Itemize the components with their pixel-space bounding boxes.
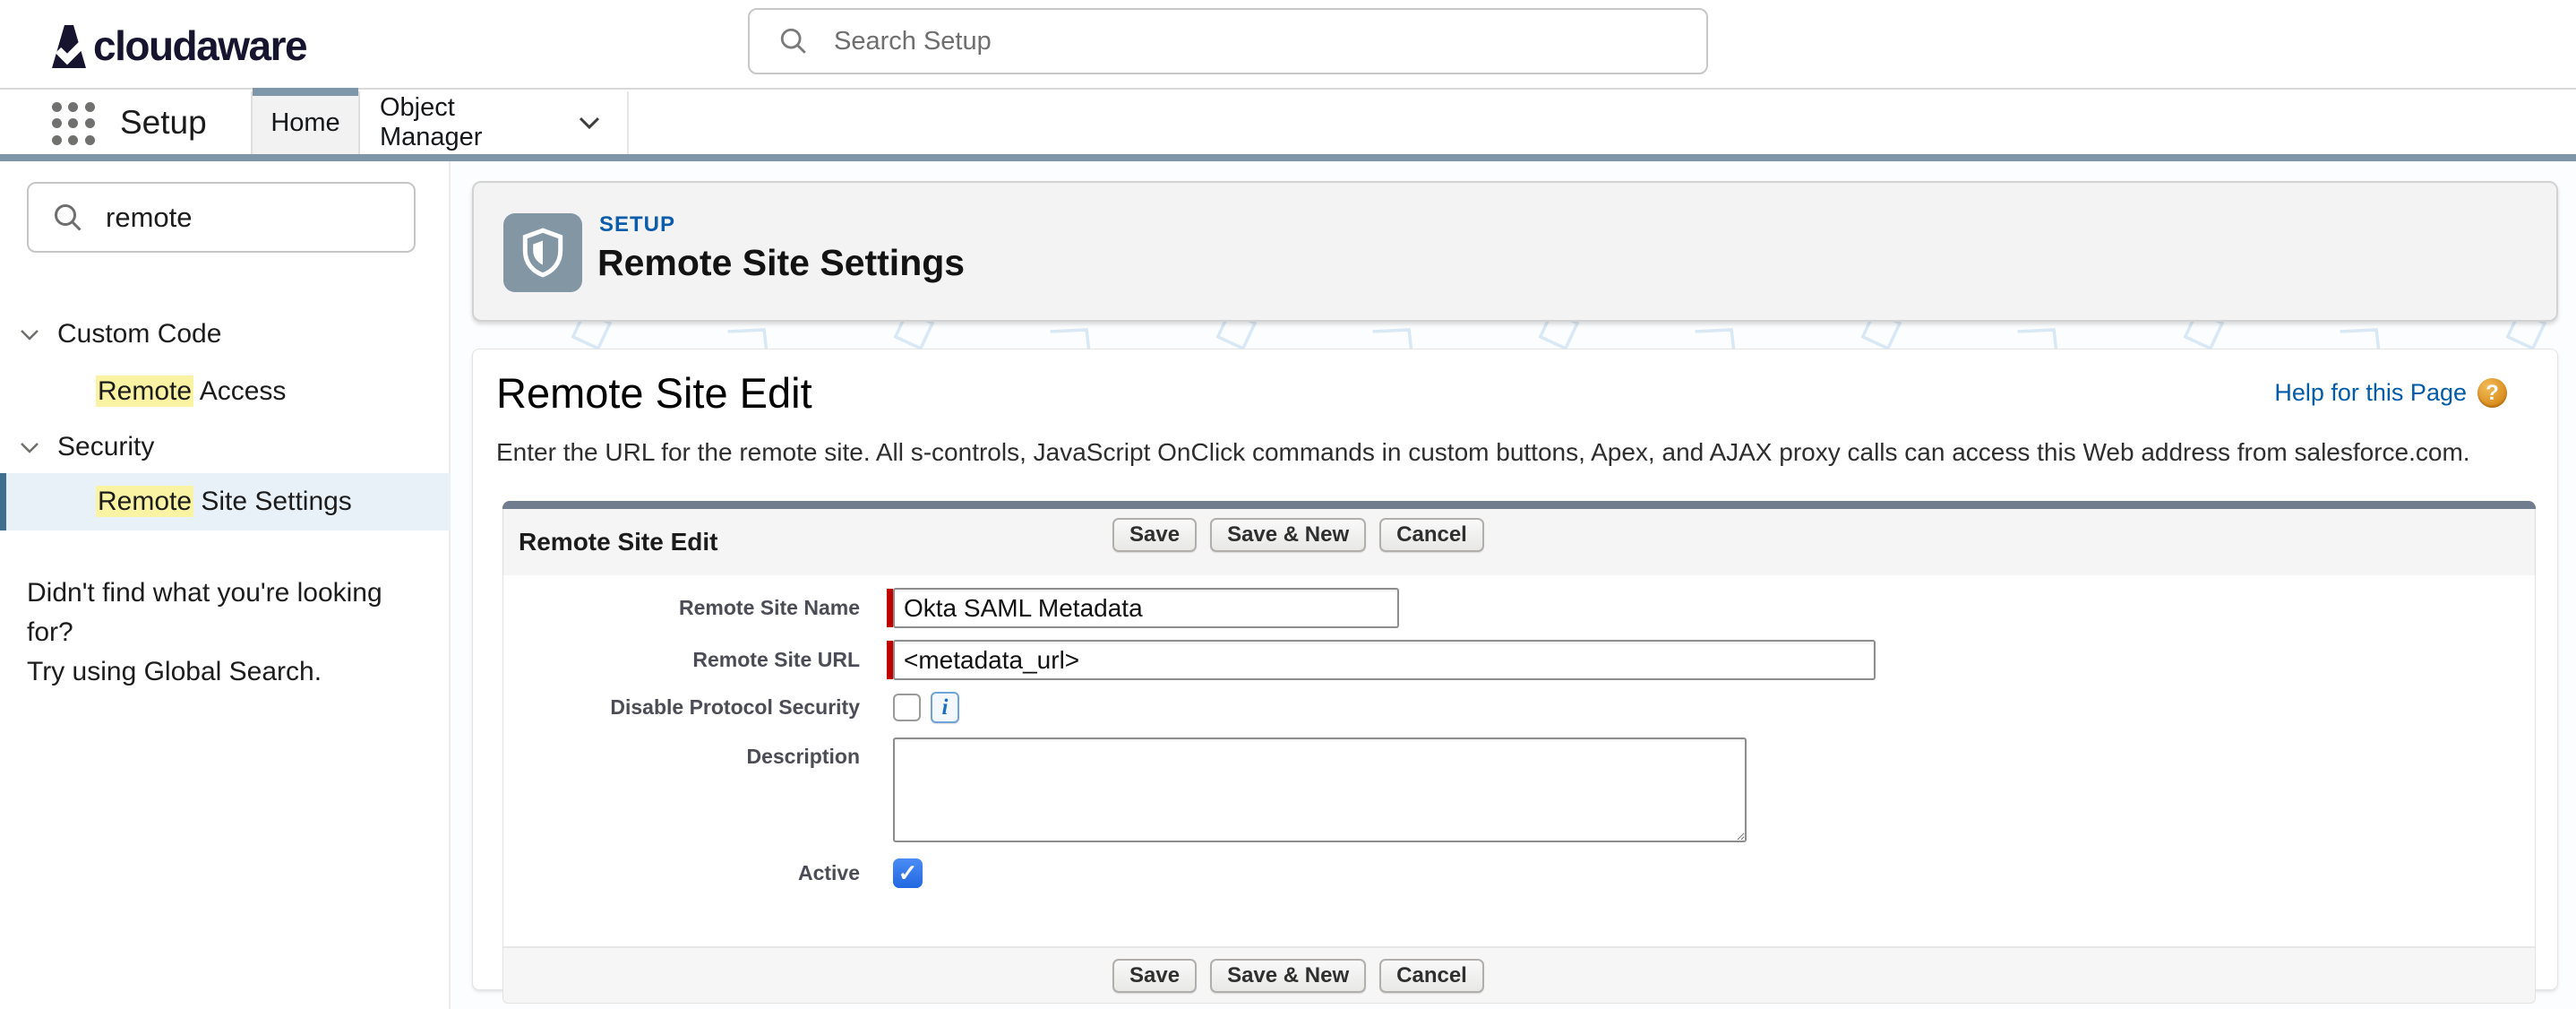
- cloudaware-logo-text: cloudaware: [93, 22, 306, 70]
- remote-site-url-input[interactable]: [893, 640, 1876, 680]
- disable-protocol-security-label: Disable Protocol Security: [503, 695, 860, 720]
- tab-object-manager[interactable]: Object Manager: [360, 91, 600, 154]
- field-row-description: Description: [503, 737, 2535, 842]
- help-for-this-page[interactable]: Help for this Page ?: [2274, 378, 2507, 408]
- sidebar-search-input[interactable]: [106, 202, 401, 234]
- section-title: Remote Site Edit: [519, 528, 717, 556]
- field-row-active: Active ✓: [503, 858, 2535, 888]
- search-highlight: Remote: [96, 375, 193, 407]
- sidebar-group-custom-code[interactable]: Custom Code: [0, 312, 451, 357]
- cancel-button[interactable]: Cancel: [1379, 959, 1484, 993]
- main-content: SETUP Remote Site Settings Remote Site E…: [472, 161, 2576, 1009]
- edit-section: Remote Site Edit Save Save & New Cancel …: [502, 501, 2536, 1004]
- active-checkbox[interactable]: ✓: [893, 858, 923, 888]
- field-row-remote-site-url: Remote Site URL: [503, 640, 2535, 680]
- panel-description: Enter the URL for the remote site. All s…: [496, 438, 2538, 467]
- shield-icon: [520, 228, 565, 278]
- security-tile: [503, 213, 582, 292]
- remote-site-name-label: Remote Site Name: [503, 596, 860, 620]
- tab-divider: [627, 91, 629, 154]
- sidebar-item-remote-site-settings[interactable]: Remote Site Settings: [0, 473, 451, 530]
- panel-heading: Remote Site Edit: [496, 368, 812, 418]
- footer-button-group: Save Save & New Cancel: [1112, 959, 1484, 993]
- section-header: Remote Site Edit Save Save & New Cancel: [502, 509, 2536, 575]
- save-and-new-button[interactable]: Save & New: [1210, 518, 1366, 552]
- chevron-down-icon: [20, 329, 39, 341]
- required-bar: [887, 589, 893, 627]
- description-textarea[interactable]: [893, 737, 1747, 842]
- page-eyebrow: SETUP: [599, 212, 675, 237]
- remote-site-url-label: Remote Site URL: [503, 648, 860, 672]
- cloudaware-logo[interactable]: cloudaware: [52, 22, 306, 70]
- search-icon: [52, 202, 84, 234]
- app-launcher-icon[interactable]: [52, 102, 95, 145]
- help-icon[interactable]: ?: [2477, 378, 2507, 408]
- remote-site-edit-panel: Remote Site Edit Help for this Page ? En…: [472, 349, 2558, 990]
- chevron-down-icon: [579, 116, 600, 129]
- app-name: Setup: [120, 104, 207, 142]
- tab-home[interactable]: Home: [251, 91, 360, 154]
- remote-site-name-input[interactable]: [893, 588, 1399, 628]
- section-body: Remote Site Name Remote Site URL Disable…: [502, 575, 2536, 946]
- field-row-remote-site-name: Remote Site Name: [503, 588, 2535, 628]
- active-label: Active: [503, 861, 860, 885]
- save-button[interactable]: Save: [1112, 518, 1197, 552]
- sidebar-item-remote-access[interactable]: Remote Access: [0, 363, 451, 420]
- section-top-bar: [502, 501, 2536, 509]
- required-bar: [887, 641, 893, 679]
- setup-sidebar: Custom Code Remote Access Security Remot…: [0, 161, 451, 1009]
- sidebar-not-found-text: Didn't find what you're looking for? Try…: [27, 573, 421, 692]
- search-highlight: Remote: [96, 486, 193, 517]
- setup-nav-bar: Setup Home Object Manager: [0, 91, 2576, 154]
- global-search-box[interactable]: [748, 8, 1708, 74]
- page-title: Remote Site Settings: [597, 242, 965, 284]
- sidebar-group-security[interactable]: Security: [0, 425, 451, 470]
- save-button[interactable]: Save: [1112, 959, 1197, 993]
- help-link[interactable]: Help for this Page: [2274, 379, 2467, 407]
- search-icon: [778, 26, 809, 56]
- nav-accent-strip: [0, 154, 2576, 161]
- cancel-button[interactable]: Cancel: [1379, 518, 1484, 552]
- sidebar-search-box[interactable]: [27, 182, 416, 253]
- setup-page-header-card: SETUP Remote Site Settings: [472, 181, 2558, 322]
- global-search-input[interactable]: [834, 27, 1640, 56]
- header-button-group: Save Save & New Cancel: [1112, 518, 1484, 552]
- global-header: cloudaware ?: [0, 0, 2576, 90]
- chevron-down-icon: [20, 442, 39, 453]
- section-footer: Save Save & New Cancel: [502, 946, 2536, 1004]
- save-and-new-button[interactable]: Save & New: [1210, 959, 1366, 993]
- field-row-disable-protocol-security: Disable Protocol Security i: [503, 692, 2535, 723]
- description-label: Description: [503, 737, 860, 769]
- disable-protocol-security-checkbox[interactable]: [893, 694, 921, 721]
- cloudaware-logo-icon: [52, 23, 86, 68]
- info-icon[interactable]: i: [931, 692, 959, 723]
